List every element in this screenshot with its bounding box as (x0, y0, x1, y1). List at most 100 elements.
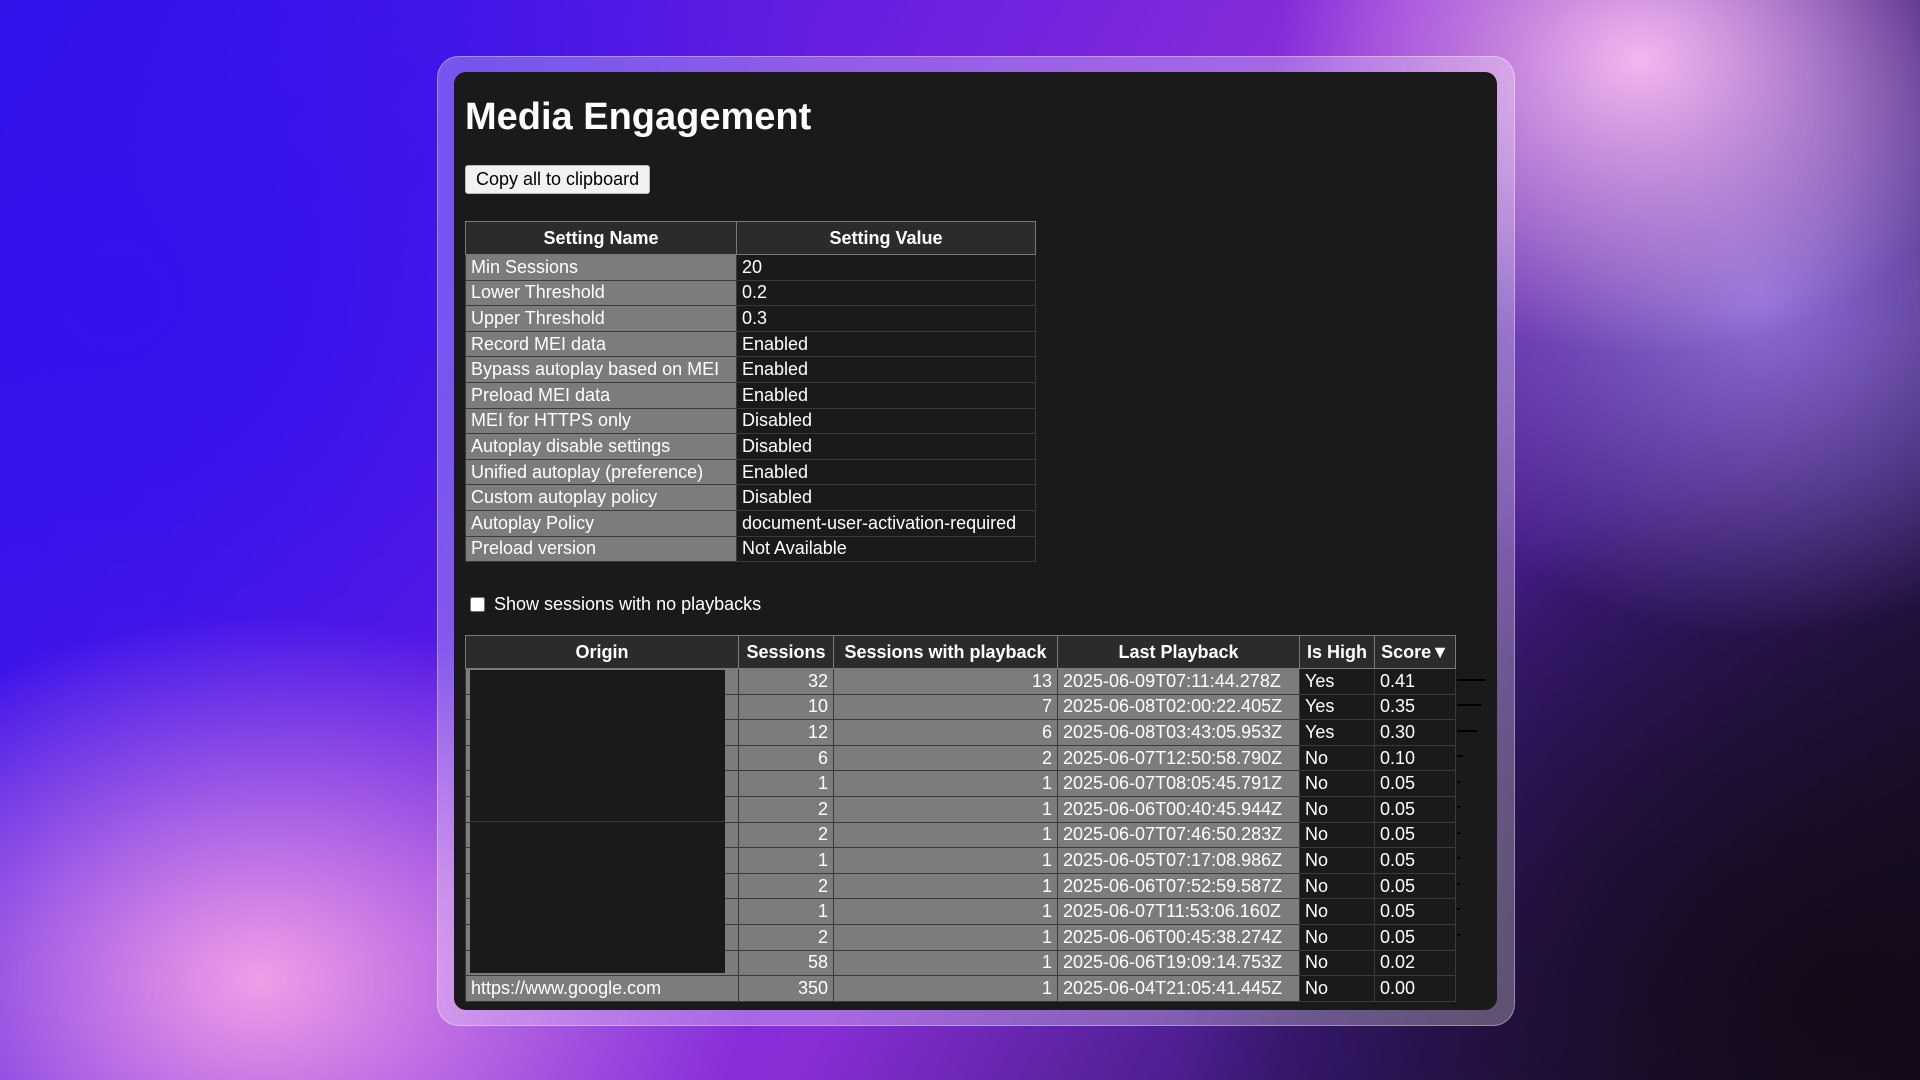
column-score[interactable]: Score▼ (1374, 635, 1456, 669)
setting-name: Record MEI data (465, 330, 737, 358)
setting-value: 20 (736, 254, 1036, 281)
is-high-cell: No (1299, 770, 1375, 797)
score-cell: 0.05 (1374, 770, 1456, 797)
is-high-cell: No (1299, 795, 1375, 823)
settings-row: Preload version Not Available (465, 535, 1036, 563)
score-cell: 0.05 (1374, 847, 1456, 874)
score-cell: 0.05 (1374, 872, 1456, 900)
setting-value: Disabled (736, 484, 1036, 511)
column-sessions-with-playback[interactable]: Sessions with playback (833, 635, 1058, 669)
score-cell: 0.10 (1374, 744, 1456, 772)
setting-name: Preload version (465, 535, 737, 563)
sessions-with-playback-cell: 1 (833, 923, 1058, 951)
is-high-cell: No (1299, 821, 1375, 849)
score-cell: 0.02 (1374, 949, 1456, 977)
is-high-cell: No (1299, 872, 1375, 900)
page-title: Media Engagement (465, 96, 812, 138)
sessions-cell: 2 (738, 821, 834, 849)
sessions-cell: 1 (738, 898, 834, 925)
setting-name: Lower Threshold (465, 279, 737, 307)
show-no-playbacks-toggle[interactable]: Show sessions with no playbacks (470, 594, 761, 615)
settings-row: Autoplay Policy document-user-activation-… (465, 509, 1036, 537)
redacted-origins-overlay (470, 670, 725, 973)
sessions-with-playback-cell: 1 (833, 872, 1058, 900)
setting-name: Custom autoplay policy (465, 484, 737, 511)
setting-name: Unified autoplay (preference) (465, 458, 737, 486)
media-engagement-window: Media Engagement Copy all to clipboard S… (454, 72, 1497, 1010)
sessions-cell: 350 (738, 975, 834, 1002)
sessions-cell: 10 (738, 693, 834, 721)
score-cell: 0.05 (1374, 898, 1456, 925)
settings-row: Autoplay disable settings Disabled (465, 433, 1036, 460)
is-high-cell: No (1299, 744, 1375, 772)
setting-name: Bypass autoplay based on MEI (465, 356, 737, 383)
settings-row: Record MEI data Enabled (465, 330, 1036, 358)
column-sessions[interactable]: Sessions (738, 635, 834, 669)
sessions-with-playback-cell: 1 (833, 770, 1058, 797)
setting-name: Upper Threshold (465, 305, 737, 332)
score-cell: 0.41 (1374, 668, 1456, 695)
sessions-with-playback-cell: 1 (833, 795, 1058, 823)
score-cell: 0.05 (1374, 923, 1456, 951)
sessions-cell: 2 (738, 795, 834, 823)
settings-header-value: Setting Value (736, 221, 1036, 255)
settings-row: Lower Threshold 0.2 (465, 279, 1036, 307)
score-cell: 0.05 (1374, 821, 1456, 849)
sessions-cell: 58 (738, 949, 834, 977)
sessions-with-playback-cell: 13 (833, 668, 1058, 695)
score-cell: 0.35 (1374, 693, 1456, 721)
sessions-cell: 32 (738, 668, 834, 695)
last-playback-cell: 2025-06-06T00:45:38.274Z (1057, 923, 1300, 951)
sessions-cell: 1 (738, 847, 834, 874)
is-high-cell: No (1299, 975, 1375, 1002)
setting-name: Autoplay Policy (465, 509, 737, 537)
column-is-high[interactable]: Is High (1299, 635, 1375, 669)
sessions-cell: 2 (738, 872, 834, 900)
setting-value: Disabled (736, 433, 1036, 460)
settings-row: MEI for HTTPS only Disabled (465, 407, 1036, 435)
sessions-with-playback-cell: 2 (833, 744, 1058, 772)
score-cell: 0.30 (1374, 719, 1456, 746)
last-playback-cell: 2025-06-09T07:11:44.278Z (1057, 668, 1300, 695)
last-playback-cell: 2025-06-06T19:09:14.753Z (1057, 949, 1300, 977)
setting-name: Autoplay disable settings (465, 433, 737, 460)
setting-value: Disabled (736, 407, 1036, 435)
setting-name: MEI for HTTPS only (465, 407, 737, 435)
setting-value: Enabled (736, 330, 1036, 358)
sessions-cell: 1 (738, 770, 834, 797)
last-playback-cell: 2025-06-05T07:17:08.986Z (1057, 847, 1300, 874)
score-cell: 0.05 (1374, 795, 1456, 823)
last-playback-cell: 2025-06-07T07:46:50.283Z (1057, 821, 1300, 849)
settings-row: Bypass autoplay based on MEI Enabled (465, 356, 1036, 383)
settings-row: Min Sessions 20 (465, 254, 1036, 281)
is-high-cell: No (1299, 847, 1375, 874)
sessions-with-playback-cell: 1 (833, 847, 1058, 874)
copy-all-button[interactable]: Copy all to clipboard (465, 165, 651, 194)
sessions-with-playback-cell: 1 (833, 821, 1058, 849)
last-playback-cell: 2025-06-07T12:50:58.790Z (1057, 744, 1300, 772)
origin-cell[interactable]: https://www.google.com (465, 975, 739, 1002)
column-last-playback[interactable]: Last Playback (1057, 635, 1300, 669)
is-high-cell: No (1299, 923, 1375, 951)
sessions-cell: 12 (738, 719, 834, 746)
sessions-with-playback-cell: 1 (833, 975, 1058, 1002)
settings-row: Upper Threshold 0.3 (465, 305, 1036, 332)
sessions-with-playback-cell: 7 (833, 693, 1058, 721)
is-high-cell: No (1299, 949, 1375, 977)
sessions-with-playback-cell: 1 (833, 898, 1058, 925)
setting-name: Min Sessions (465, 254, 737, 281)
setting-value: Enabled (736, 381, 1036, 409)
column-origin[interactable]: Origin (465, 635, 739, 669)
settings-table: Setting Name Setting Value Min Sessions 2… (465, 221, 1036, 563)
setting-value: Enabled (736, 356, 1036, 383)
setting-value: document-user-activation-required (736, 509, 1036, 537)
settings-row: Preload MEI data Enabled (465, 381, 1036, 409)
is-high-cell: Yes (1299, 719, 1375, 746)
settings-row: Custom autoplay policy Disabled (465, 484, 1036, 511)
is-high-cell: No (1299, 898, 1375, 925)
setting-value: 0.3 (736, 305, 1036, 332)
is-high-cell: Yes (1299, 668, 1375, 695)
table-row: https://www.google.com 350 1 2025-06-04T21:… (465, 975, 1456, 1002)
setting-value: Not Available (736, 535, 1036, 563)
show-no-playbacks-checkbox[interactable] (470, 597, 485, 612)
